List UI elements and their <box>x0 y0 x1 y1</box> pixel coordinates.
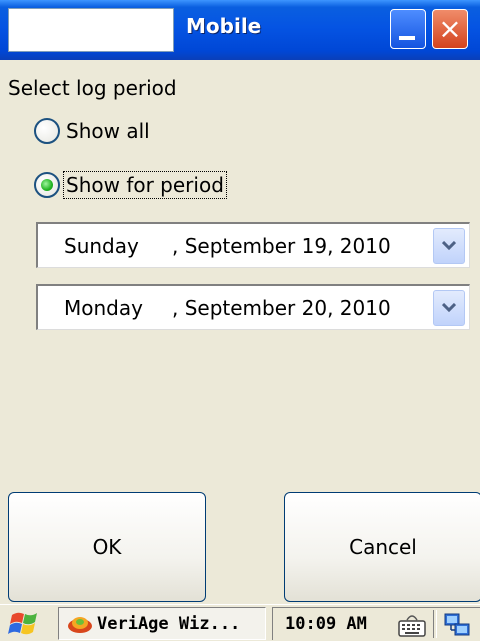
title-app-field <box>8 8 174 52</box>
close-icon: × <box>438 12 462 45</box>
taskbar-item-label: VeriAge Wiz... <box>97 614 241 634</box>
windows-flag-icon[interactable] <box>6 609 44 639</box>
radio-unchecked-icon[interactable] <box>34 118 60 144</box>
window-title: Mobile <box>186 14 262 38</box>
keyboard-icon[interactable] <box>397 612 427 638</box>
ok-button[interactable]: OK <box>8 492 206 602</box>
end-date-weekday: Monday <box>64 296 143 320</box>
chevron-down-icon <box>442 241 456 251</box>
clock[interactable]: 10:09 AM <box>285 614 367 634</box>
chevron-down-icon <box>442 303 456 313</box>
radio-show-for-period[interactable]: Show for period <box>34 171 227 199</box>
end-date-dropdown-button[interactable] <box>433 290 465 326</box>
start-date-weekday: Sunday <box>64 234 139 258</box>
start-date-value: , September 19, 2010 <box>172 234 391 258</box>
tray-separator <box>433 610 437 638</box>
system-tray: 10:09 AM <box>272 607 480 640</box>
section-label: Select log period <box>8 76 177 100</box>
cancel-button-label: Cancel <box>349 535 417 559</box>
title-bar: Mobile × <box>0 0 480 60</box>
start-date-dropdown-button[interactable] <box>433 228 465 264</box>
radio-show-all-label[interactable]: Show all <box>64 118 152 144</box>
minimize-icon <box>399 36 415 40</box>
radio-show-for-period-label[interactable]: Show for period <box>63 171 227 199</box>
app-icon <box>68 617 92 633</box>
close-button[interactable]: × <box>432 9 468 49</box>
taskbar-item-veriage[interactable]: VeriAge Wiz... <box>58 607 266 640</box>
ok-button-label: OK <box>92 535 122 559</box>
start-date-picker[interactable]: Sunday , September 19, 2010 <box>36 222 470 268</box>
radio-show-all[interactable]: Show all <box>34 118 152 144</box>
minimize-button[interactable] <box>390 9 426 49</box>
radio-checked-icon[interactable] <box>34 172 60 198</box>
network-icon[interactable] <box>443 612 471 638</box>
end-date-picker[interactable]: Monday , September 20, 2010 <box>36 284 470 330</box>
end-date-value: , September 20, 2010 <box>172 296 391 320</box>
taskbar: VeriAge Wiz... 10:09 AM <box>0 604 480 641</box>
cancel-button[interactable]: Cancel <box>284 492 480 602</box>
